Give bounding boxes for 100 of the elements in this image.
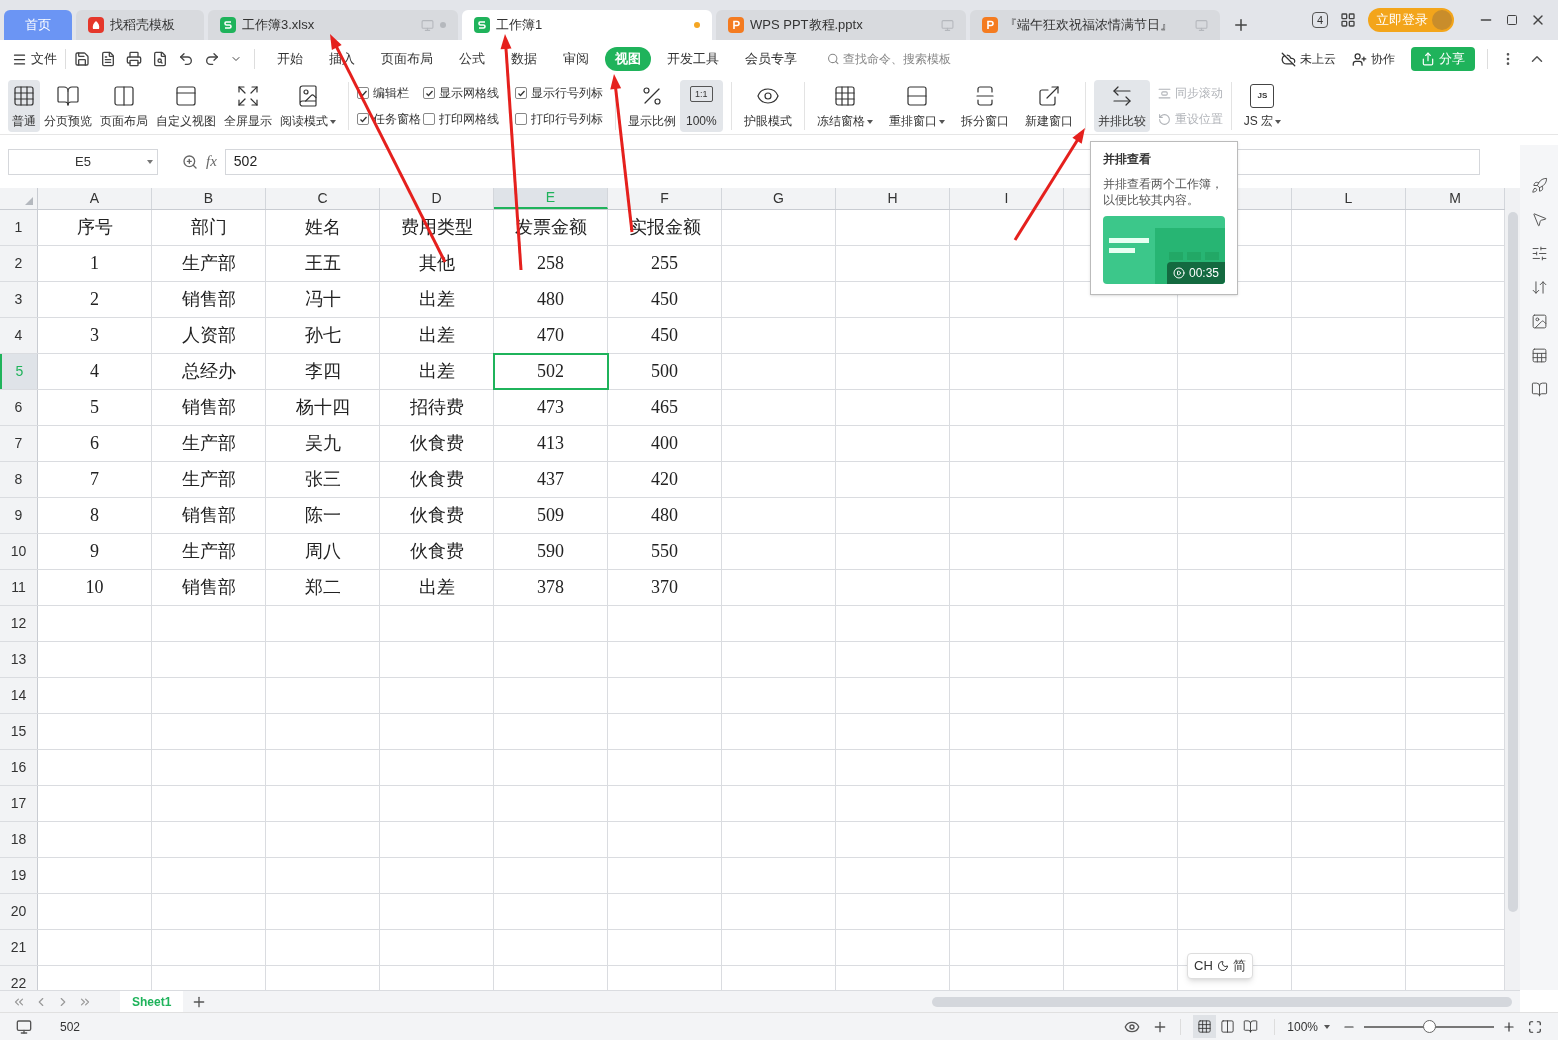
- table-cell-text: 509: [537, 504, 564, 527]
- column-header[interactable]: C: [266, 188, 380, 209]
- tooltip-title: 并排查看: [1103, 151, 1152, 168]
- ribbon-tab[interactable]: 会员专享: [735, 47, 807, 71]
- table-cell-text: 周八: [304, 540, 341, 563]
- row-header[interactable]: 18: [0, 822, 38, 857]
- video-duration[interactable]: 00:35: [1166, 262, 1225, 284]
- document-tab[interactable]: 找稻壳模板: [76, 10, 204, 40]
- view-mode-button[interactable]: 全屏显示: [220, 80, 276, 132]
- table-cell-text: 3: [90, 324, 99, 347]
- row-header[interactable]: 8: [0, 462, 38, 497]
- row-header[interactable]: 12: [0, 606, 38, 641]
- table-cell-text: 9: [90, 540, 99, 563]
- tooltip-text: 并排查看两个工作簿，以便比较其内容。: [1103, 176, 1224, 208]
- option-checkbox[interactable]: 打印行号列标: [515, 110, 607, 128]
- row-header[interactable]: 20: [0, 894, 38, 929]
- collaborate-button[interactable]: 协作: [1352, 50, 1395, 68]
- row-header[interactable]: 17: [0, 786, 38, 821]
- ribbon-tab[interactable]: 开发工具: [657, 47, 729, 71]
- table-cell-text: 480: [537, 288, 564, 311]
- window-count-icon[interactable]: 4: [1311, 12, 1328, 28]
- row-header[interactable]: 11: [0, 570, 38, 605]
- table-cell-text: 李四: [304, 360, 341, 383]
- row-header[interactable]: 16: [0, 750, 38, 785]
- column-header[interactable]: F: [608, 188, 722, 209]
- row-header[interactable]: 21: [0, 930, 38, 965]
- table-cell-text: 张三: [304, 468, 341, 491]
- zoom-100-button[interactable]: 1:1 100%: [680, 80, 723, 132]
- zoom-level[interactable]: 100%: [1287, 1017, 1330, 1036]
- ribbon-tab[interactable]: 审阅: [553, 47, 599, 71]
- window-button[interactable]: 重排窗口: [884, 80, 949, 132]
- table-cell-text: 陈一: [304, 504, 341, 527]
- table-cell-text: 502: [537, 360, 564, 383]
- compare-side-by-side-button[interactable]: 并排比较: [1093, 80, 1150, 132]
- row-header[interactable]: 10: [0, 534, 38, 569]
- window-button[interactable]: 拆分窗口: [956, 80, 1013, 132]
- view-mode-button[interactable]: 阅读模式: [276, 80, 340, 132]
- document-tab[interactable]: 工作簿1: [462, 10, 712, 40]
- option-checkbox[interactable]: 编辑栏: [357, 84, 423, 102]
- document-tab[interactable]: 『端午狂欢祝福浓情满节日』: [970, 10, 1220, 40]
- view-mode-button[interactable]: 页面布局: [96, 80, 152, 132]
- window-button[interactable]: 冻结窗格: [812, 80, 877, 132]
- ribbon-tab[interactable]: 开始: [267, 47, 313, 71]
- row-header[interactable]: 6: [0, 390, 38, 425]
- zoom-ratio-button[interactable]: 显示比例: [624, 80, 680, 132]
- column-header[interactable]: I: [950, 188, 1064, 209]
- name-box[interactable]: E5: [8, 148, 158, 175]
- eye-care-button[interactable]: 护眼模式: [739, 80, 796, 132]
- row-header[interactable]: 4: [0, 318, 38, 353]
- row-header[interactable]: 2: [0, 246, 38, 281]
- table-cell-text: 7: [90, 468, 99, 491]
- table-cell-text: 伙食费: [409, 540, 464, 563]
- cloud-status[interactable]: 未上云: [1281, 50, 1336, 68]
- ribbon-tab[interactable]: 数据: [501, 47, 547, 71]
- row-header[interactable]: 7: [0, 426, 38, 461]
- ratio-icon: 1:1: [690, 86, 713, 102]
- js-macro-button[interactable]: JS JS 宏: [1239, 80, 1286, 132]
- ime-mode: 简: [1232, 957, 1246, 976]
- column-header[interactable]: G: [722, 188, 836, 209]
- command-search-field[interactable]: 查找命令、搜索模板: [827, 50, 977, 68]
- function-label[interactable]: fx: [206, 150, 217, 173]
- column-header[interactable]: A: [38, 188, 152, 209]
- table-cell-text: 550: [651, 540, 678, 563]
- ribbon-tab[interactable]: 页面布局: [371, 47, 443, 71]
- window-button[interactable]: 新建窗口: [1020, 80, 1077, 132]
- row-header[interactable]: 19: [0, 858, 38, 893]
- row-header[interactable]: 14: [0, 678, 38, 713]
- column-header[interactable]: L: [1292, 188, 1406, 209]
- view-mode-button[interactable]: 自定义视图: [152, 80, 220, 132]
- input-method-badge[interactable]: CH 简: [1187, 953, 1253, 979]
- column-header[interactable]: H: [836, 188, 950, 209]
- table-cell-text: 2: [90, 288, 99, 311]
- table-cell-text: 销售部: [181, 396, 236, 419]
- option-checkbox[interactable]: 显示行号列标: [515, 84, 607, 102]
- row-header[interactable]: 3: [0, 282, 38, 317]
- table-cell-text: 420: [651, 468, 678, 491]
- table-cell-text: 销售部: [181, 576, 236, 599]
- document-tab[interactable]: WPS PPT教程.pptx: [716, 10, 966, 40]
- table-cell-text: 480: [651, 504, 678, 527]
- option-checkbox[interactable]: 打印网格线: [423, 110, 515, 128]
- row-header[interactable]: 22: [0, 966, 38, 990]
- table-cell-text: 413: [537, 432, 564, 455]
- file-menu[interactable]: 文件: [12, 49, 57, 69]
- table-cell-text: 杨十四: [295, 396, 350, 419]
- column-header[interactable]: B: [152, 188, 266, 209]
- option-checkbox[interactable]: 显示网格线: [423, 84, 515, 102]
- view-mode-button[interactable]: 普通: [8, 80, 40, 132]
- table-cell-text: 王五: [304, 252, 341, 275]
- row-header[interactable]: 13: [0, 642, 38, 677]
- table-cell-text: 400: [651, 432, 678, 455]
- table-cell-text: 序号: [76, 216, 113, 239]
- document-tab[interactable]: 工作簿3.xlsx: [208, 10, 458, 40]
- ribbon-tab[interactable]: 公式: [449, 47, 495, 71]
- row-header[interactable]: 15: [0, 714, 38, 749]
- table-cell-text: 销售部: [181, 288, 236, 311]
- row-header[interactable]: 1: [0, 210, 38, 245]
- table-cell-text: 生产部: [181, 252, 236, 275]
- view-mode-button[interactable]: 分页预览: [40, 80, 96, 132]
- table-cell-text: 招待费: [409, 396, 464, 419]
- row-header[interactable]: 9: [0, 498, 38, 533]
